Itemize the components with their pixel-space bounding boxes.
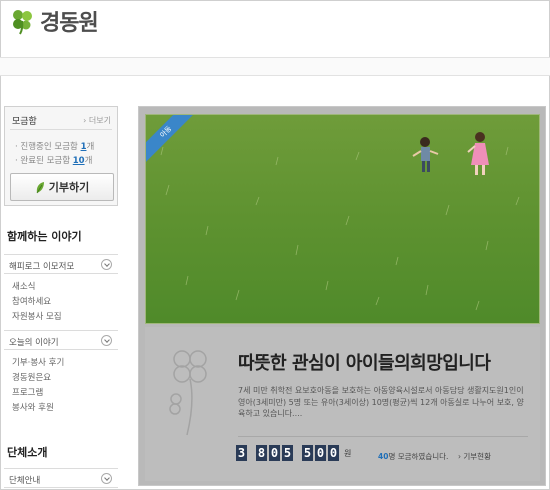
donation-box: 모금함 › 더보기 · 진행중인 모금함 1개 · 완료된 모금함 10개 기부… [4, 106, 118, 206]
donation-status-link[interactable]: › 기부현황 [458, 451, 491, 462]
amount-digit: 5 [302, 445, 313, 461]
divider [10, 129, 112, 130]
category-today-story[interactable]: 오늘의 이야기 [4, 330, 118, 350]
amount-digit: 5 [282, 445, 293, 461]
category-org-info[interactable]: 단체안내 [4, 468, 118, 488]
completed-donations: · 완료된 모금함 10개 [15, 154, 92, 166]
ongoing-unit: 개 [86, 142, 95, 152]
category-org-label: 단체안내 [9, 476, 41, 486]
chevron-down-icon[interactable] [101, 259, 112, 270]
donor-count-number: 40 [378, 452, 389, 461]
section-heading-story: 함께하는 이야기 [7, 230, 82, 243]
amount-digit: 8 [256, 445, 267, 461]
campaign-description: 7세 미만 취학전 요보호아동을 보호하는 아동양육시설로서 아동담당 생활지도… [238, 386, 524, 418]
children-field-image [146, 115, 539, 323]
sidebar-item-about[interactable]: 경동원은요 [12, 371, 51, 383]
ongoing-donations: · 진행중인 모금함 1개 [15, 140, 94, 152]
navigation-bar [0, 57, 550, 76]
campaign-info-panel: 따뜻한 관심이 아이들의희망입니다 7세 미만 취학전 요보호아동을 보호하는 … [145, 327, 540, 481]
site-header: 경동원 [0, 0, 550, 44]
sidebar-item-news[interactable]: 새소식 [12, 280, 35, 292]
amount-unit: 원 [344, 449, 352, 458]
campaign-banner: 아동 따뜻한 관심이 아이들의희망입니다 7세 미만 취학전 요보호아동을 보호… [138, 106, 546, 486]
campaign-photo[interactable]: 아동 [145, 114, 540, 324]
divider [238, 436, 528, 437]
chevron-down-icon[interactable] [101, 335, 112, 346]
donation-box-title: 모금함 [12, 117, 37, 127]
donor-count: 40명 모금하였습니다. [378, 451, 448, 462]
donate-button-label: 기부하기 [48, 181, 90, 194]
logo-text: 경동원 [40, 11, 99, 36]
completed-unit: 개 [84, 156, 93, 166]
amount-digit: 0 [328, 445, 339, 461]
section-heading-org: 단체소개 [7, 446, 48, 459]
donate-button[interactable]: 기부하기 [10, 173, 114, 201]
donor-count-text: 명 모금하였습니다. [388, 452, 449, 461]
sidebar-item-volunteer-recruit[interactable]: 자원봉사 모집 [12, 310, 62, 322]
category-today-label: 오늘의 이야기 [9, 338, 59, 348]
donation-more-link[interactable]: › 더보기 [83, 115, 111, 126]
campaign-headline[interactable]: 따뜻한 관심이 아이들의희망입니다 [238, 349, 491, 375]
site-logo[interactable]: 경동원 [8, 5, 99, 37]
completed-count-link[interactable]: 10 [73, 156, 85, 166]
chevron-down-icon[interactable] [101, 473, 112, 484]
sidebar-item-volunteer-support[interactable]: 봉사와 후원 [12, 401, 54, 413]
leaf-icon [36, 181, 44, 193]
category-happylog[interactable]: 해피로그 이모저모 [4, 254, 118, 274]
ongoing-label: · 진행중인 모금함 [15, 142, 81, 152]
amount-digit: 0 [269, 445, 280, 461]
clover-logo-icon [13, 10, 32, 35]
amount-digit: 3 [236, 445, 247, 461]
left-sidebar: 모금함 › 더보기 · 진행중인 모금함 1개 · 완료된 모금함 10개 기부… [4, 106, 118, 488]
donation-amount-counter: 3 8 0 5 5 0 0 원 [236, 445, 351, 461]
completed-label: · 완료된 모금함 [15, 156, 73, 166]
sidebar-item-program[interactable]: 프로그램 [12, 386, 43, 398]
clover-icon [169, 350, 207, 436]
amount-digit: 0 [315, 445, 326, 461]
sidebar-item-reviews[interactable]: 기부·봉사 후기 [12, 356, 64, 368]
sidebar-item-participate[interactable]: 참여하세요 [12, 295, 51, 307]
category-happylog-label: 해피로그 이모저모 [9, 262, 75, 272]
